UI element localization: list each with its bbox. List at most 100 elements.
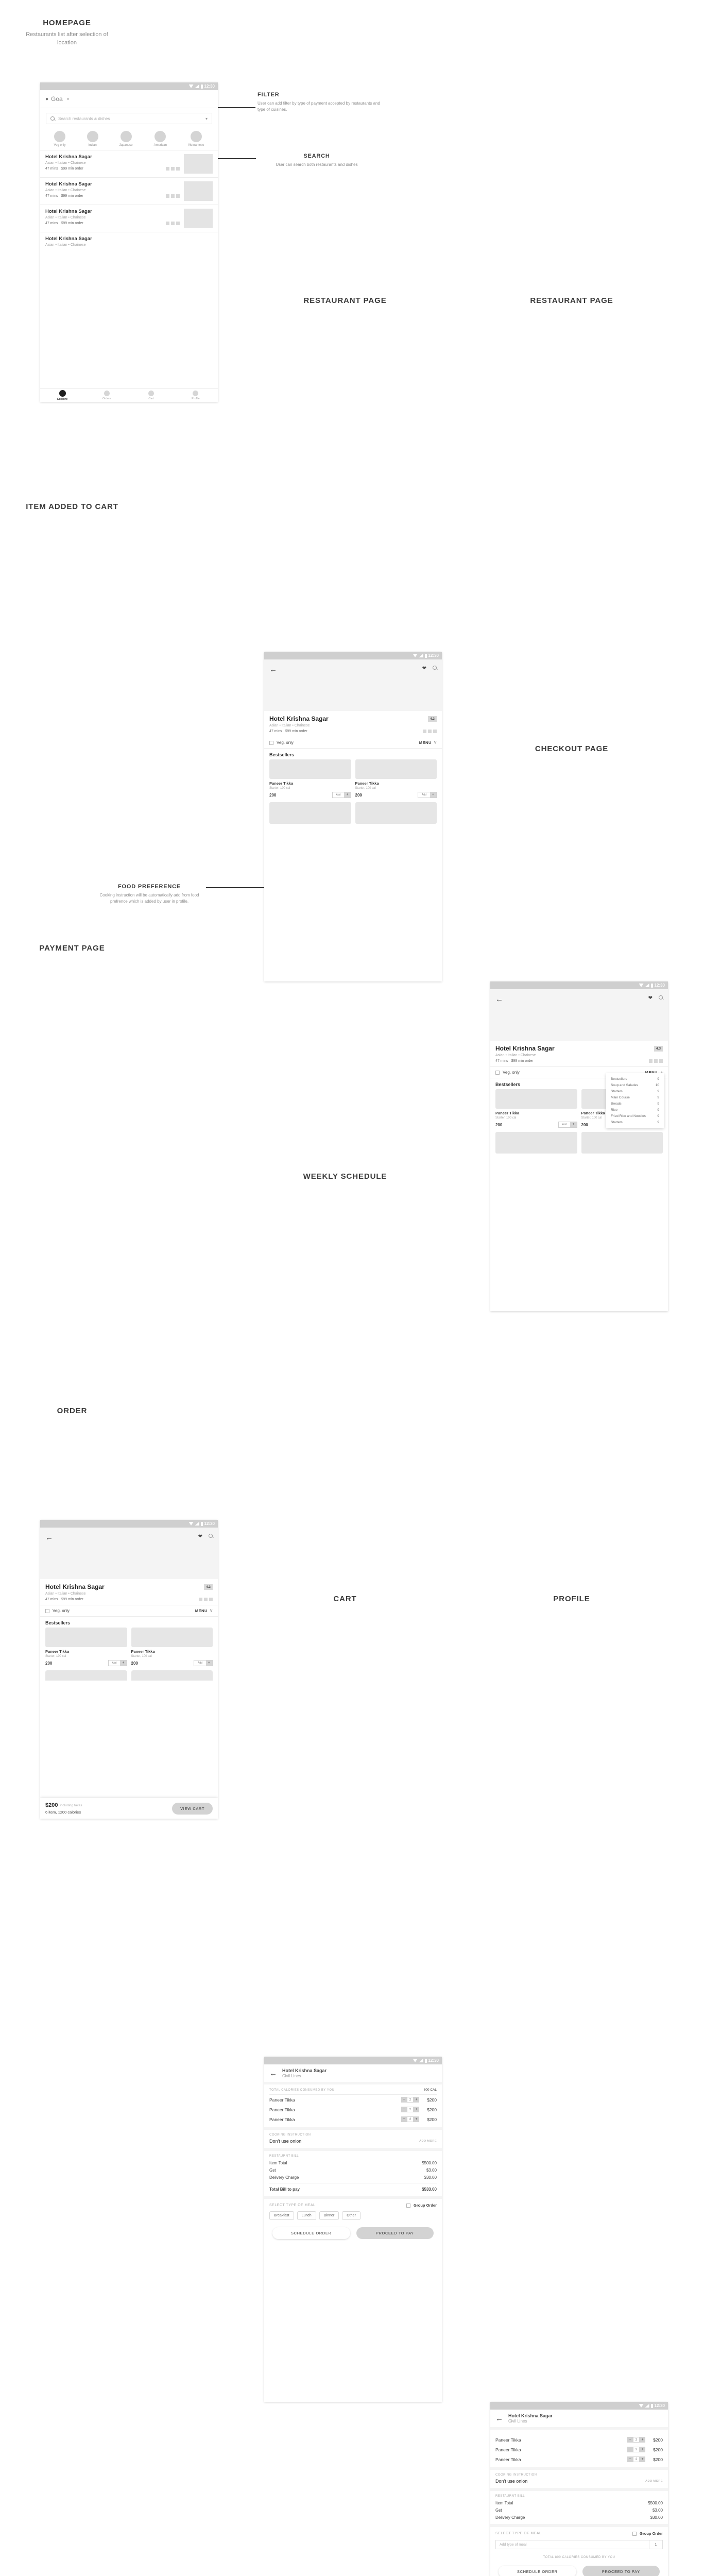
- plus-icon[interactable]: +: [640, 2456, 645, 2462]
- search-icon[interactable]: [433, 666, 437, 670]
- menu-item[interactable]: Starters 9: [606, 1088, 664, 1094]
- minus-icon[interactable]: −: [627, 2456, 633, 2462]
- menu-item-count: 9: [657, 1095, 659, 1099]
- plus-icon[interactable]: +: [570, 1122, 577, 1127]
- list-item[interactable]: Paneer Tikka Starter, 100 cal 200 Add +: [355, 759, 437, 798]
- quantity-stepper[interactable]: −2 +: [401, 2116, 419, 2122]
- sidebar-item-explore[interactable]: Explore: [40, 390, 84, 401]
- plus-icon[interactable]: +: [414, 2116, 419, 2122]
- view-cart-button[interactable]: VIEW CART: [172, 1802, 213, 1815]
- veg-filter-bar: Veg. only MENU ˅: [40, 1605, 218, 1616]
- list-item[interactable]: [269, 802, 351, 824]
- quantity-stepper[interactable]: −2 +: [627, 2437, 645, 2443]
- list-item[interactable]: Paneer Tikka Starter, 100 cal 200 Add +: [131, 1628, 213, 1666]
- search-icon[interactable]: [659, 995, 663, 999]
- cuisine-chip[interactable]: Indian: [87, 131, 98, 147]
- table-row[interactable]: Hotel Krishna Sagar Asian • Italian • Ch…: [40, 232, 218, 250]
- search-icon[interactable]: [209, 1534, 213, 1538]
- plus-icon[interactable]: +: [430, 792, 436, 798]
- sidebar-item-cart[interactable]: Cart: [129, 391, 174, 400]
- minus-icon[interactable]: −: [627, 2437, 633, 2443]
- menu-item[interactable]: Breads 9: [606, 1100, 664, 1107]
- back-button[interactable]: ←: [495, 2415, 503, 2422]
- filter-icon[interactable]: ▾: [205, 116, 208, 121]
- add-to-cart-button[interactable]: Add +: [332, 792, 351, 798]
- cuisine-chip[interactable]: Japanese: [119, 131, 133, 147]
- minus-icon[interactable]: −: [401, 2097, 407, 2103]
- search-input[interactable]: Search restaurants & dishes ▾: [46, 113, 212, 124]
- back-button[interactable]: ←: [269, 666, 277, 673]
- clock: 12:30: [654, 983, 665, 988]
- plus-icon[interactable]: +: [414, 2097, 419, 2103]
- proceed-to-pay-button[interactable]: PROCEED TO PAY: [356, 2227, 434, 2239]
- list-item[interactable]: [355, 802, 437, 824]
- meal-chip-dinner[interactable]: Dinner: [319, 2211, 339, 2220]
- caption-title: RESTAURANT PAGE: [530, 296, 613, 305]
- add-to-cart-button[interactable]: Add +: [194, 1660, 213, 1666]
- list-item[interactable]: [495, 1132, 577, 1154]
- meal-chip-other[interactable]: Other: [342, 2211, 360, 2220]
- back-button[interactable]: ←: [45, 1534, 53, 1541]
- group-order-checkbox[interactable]: [406, 2203, 410, 2208]
- veg-only-checkbox[interactable]: [269, 740, 273, 745]
- add-more-button[interactable]: ADD MORE: [419, 2140, 437, 2143]
- cuisine-chip[interactable]: Vietnamese: [188, 131, 204, 147]
- menu-item[interactable]: Soup and Salades 10: [606, 1082, 664, 1088]
- menu-dropdown[interactable]: MENU ˅: [195, 1608, 213, 1613]
- table-row[interactable]: Hotel Krishna Sagar Asian • Italian • Ch…: [40, 178, 218, 205]
- back-button[interactable]: ←: [269, 2070, 277, 2077]
- plus-icon[interactable]: +: [205, 1660, 212, 1666]
- list-item[interactable]: [131, 1670, 213, 1681]
- plus-icon[interactable]: +: [640, 2447, 645, 2452]
- veg-only-checkbox[interactable]: [45, 1608, 49, 1613]
- table-row[interactable]: Hotel Krishna Sagar Asian • Italian • Ch…: [40, 150, 218, 177]
- chevron-down-icon[interactable]: ˅: [67, 97, 70, 101]
- favorite-icon[interactable]: ❤: [198, 1534, 202, 1539]
- location-bar[interactable]: ● Goa ˅: [40, 90, 218, 108]
- minus-icon[interactable]: −: [401, 2116, 407, 2122]
- menu-item[interactable]: Main Course 9: [606, 1094, 664, 1100]
- plus-icon[interactable]: +: [344, 792, 351, 798]
- back-button[interactable]: ←: [495, 995, 503, 1003]
- quantity-stepper[interactable]: −2 +: [627, 2447, 645, 2452]
- list-item[interactable]: [581, 1132, 663, 1154]
- add-to-cart-button[interactable]: Add +: [418, 792, 437, 798]
- table-row[interactable]: Hotel Krishna Sagar Asian • Italian • Ch…: [40, 205, 218, 232]
- list-item[interactable]: Paneer Tikka Starter, 100 cal 200 Add +: [45, 1628, 127, 1666]
- group-order-checkbox[interactable]: [632, 2531, 637, 2536]
- cuisine-chip[interactable]: Veg only: [54, 131, 66, 147]
- plus-icon[interactable]: +: [120, 1660, 127, 1666]
- veg-only-checkbox[interactable]: [495, 1070, 500, 1075]
- menu-item[interactable]: Bestsellers 9: [606, 1076, 664, 1082]
- meal-type-count[interactable]: 1: [649, 2540, 663, 2549]
- cuisine-chip[interactable]: American: [154, 131, 167, 147]
- minus-icon[interactable]: −: [627, 2447, 633, 2452]
- meal-chip-breakfast[interactable]: Breakfast: [269, 2211, 294, 2220]
- plus-icon[interactable]: +: [414, 2107, 419, 2112]
- add-label: Add: [112, 1662, 117, 1665]
- schedule-order-button[interactable]: SCHEDULE ORDER: [272, 2227, 350, 2239]
- meal-chip-lunch[interactable]: Lunch: [297, 2211, 316, 2220]
- quantity-stepper[interactable]: −2 +: [401, 2107, 419, 2112]
- schedule-order-button[interactable]: SCHEDULE ORDER: [499, 2566, 576, 2576]
- add-more-button[interactable]: ADD MORE: [645, 2480, 663, 2483]
- list-item[interactable]: Paneer Tikka Starter, 100 cal 200 Add +: [495, 1089, 577, 1128]
- meal-type-input[interactable]: Add type of meal: [495, 2540, 649, 2549]
- sidebar-item-profile[interactable]: Profile: [174, 391, 218, 400]
- plus-icon[interactable]: +: [640, 2437, 645, 2443]
- sidebar-item-orders[interactable]: Orders: [84, 391, 129, 400]
- quantity-stepper[interactable]: −2 +: [401, 2097, 419, 2103]
- add-to-cart-button[interactable]: Add +: [558, 1122, 577, 1128]
- menu-item[interactable]: Rice 9: [606, 1107, 664, 1113]
- list-item[interactable]: Paneer Tikka Starter, 100 cal 200 Add +: [269, 759, 351, 798]
- favorite-icon[interactable]: ❤: [648, 995, 653, 1001]
- add-to-cart-button[interactable]: Add +: [108, 1660, 127, 1666]
- favorite-icon[interactable]: ❤: [422, 666, 426, 671]
- proceed-to-pay-button[interactable]: PROCEED TO PAY: [582, 2566, 660, 2576]
- menu-item[interactable]: Starters 9: [606, 1119, 664, 1125]
- list-item[interactable]: [45, 1670, 127, 1681]
- menu-dropdown[interactable]: MENU ˅: [419, 740, 437, 745]
- quantity-stepper[interactable]: −2 +: [627, 2456, 645, 2462]
- minus-icon[interactable]: −: [401, 2107, 407, 2112]
- menu-item[interactable]: Fried Rice and Noodles 9: [606, 1113, 664, 1119]
